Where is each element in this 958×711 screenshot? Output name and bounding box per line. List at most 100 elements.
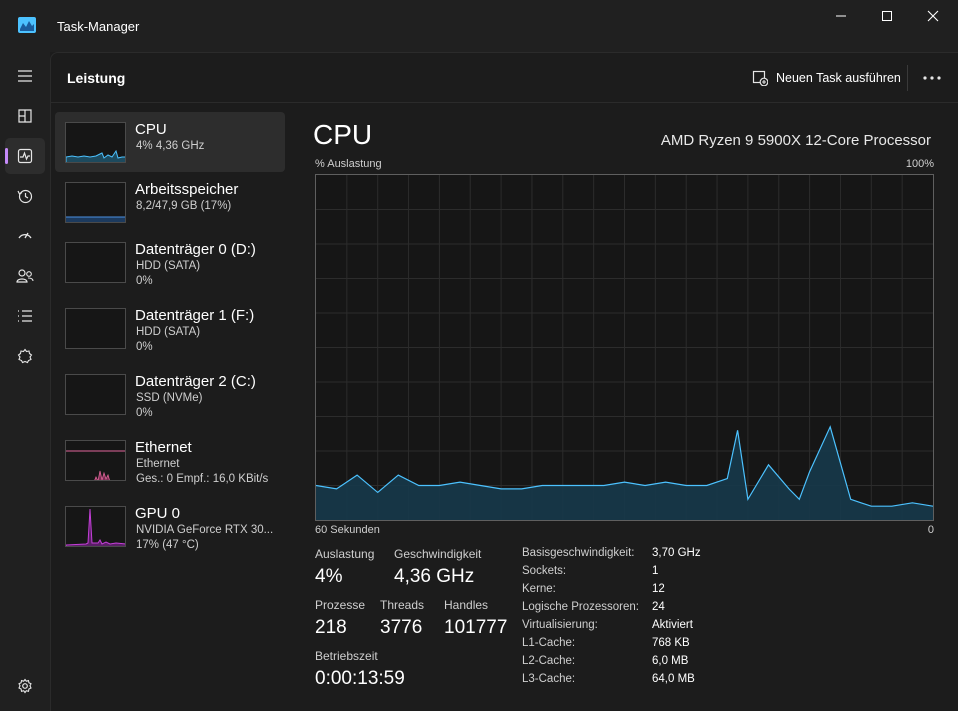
maximize-icon xyxy=(882,11,892,21)
minimize-button[interactable] xyxy=(818,0,864,32)
disk-2-thumbnail xyxy=(65,374,126,415)
nav-processes[interactable] xyxy=(5,98,45,134)
sidebar-item-gpu[interactable]: GPU 0 NVIDIA GeForce RTX 30... 17% (47 °… xyxy=(55,496,285,556)
nav-settings[interactable] xyxy=(5,668,45,704)
info-label: Virtualisierung: xyxy=(522,619,598,631)
header-separator xyxy=(907,65,908,91)
speed-value: 4,36 GHz xyxy=(394,566,475,587)
performance-icon xyxy=(17,148,33,164)
processes-value: 218 xyxy=(315,617,347,638)
close-button[interactable] xyxy=(910,0,956,32)
sidebar-item-usage: 17% (47 °C) xyxy=(136,539,199,551)
more-options-button[interactable] xyxy=(915,64,949,92)
sidebar-item-usage: 0% xyxy=(136,341,153,353)
uptime-value: 0:00:13:59 xyxy=(315,668,405,689)
nav-performance[interactable] xyxy=(5,138,45,174)
sidebar-item-disk-1[interactable]: Datenträger 1 (F:) HDD (SATA) 0% xyxy=(55,298,285,358)
handles-value: 101777 xyxy=(444,617,508,638)
sidebar-item-name: Arbeitsspeicher xyxy=(135,181,239,198)
info-value: 24 xyxy=(652,601,665,613)
minimize-icon xyxy=(836,15,846,17)
info-value: 6,0 MB xyxy=(652,655,689,667)
info-value: 3,70 GHz xyxy=(652,547,701,559)
utilization-value: 4% xyxy=(315,566,343,587)
sidebar-item-detail: 8,2/47,9 GB (17%) xyxy=(136,200,232,212)
info-value: 768 KB xyxy=(652,637,690,649)
cpu-title: CPU xyxy=(313,119,373,150)
graph-x-end: 0 xyxy=(927,524,934,536)
users-icon xyxy=(16,269,34,283)
threads-label: Threads xyxy=(380,598,425,612)
processes-icon xyxy=(18,109,32,123)
gpu-thumbnail xyxy=(65,506,126,547)
info-label: L3-Cache: xyxy=(522,673,576,685)
page-title: Leistung xyxy=(67,70,126,86)
sidebar-item-name: Ethernet xyxy=(135,439,192,456)
info-label: Logische Prozessoren: xyxy=(522,601,639,613)
maximize-button[interactable] xyxy=(864,0,910,32)
task-manager-icon xyxy=(18,17,36,33)
sidebar-item-cpu[interactable]: CPU 4% 4,36 GHz xyxy=(55,112,285,172)
nav-rail xyxy=(0,52,50,711)
new-task-label: Neuen Task ausführen xyxy=(776,71,901,85)
graph-x-label: 60 Sekunden xyxy=(315,524,380,536)
sidebar-item-name: CPU xyxy=(135,121,167,138)
new-task-button[interactable]: Neuen Task ausführen xyxy=(744,64,909,92)
utilization-label: Auslastung xyxy=(315,547,375,561)
sidebar-item-name: GPU 0 xyxy=(135,505,181,522)
disk-1-thumbnail xyxy=(65,308,126,349)
uptime-label: Betriebszeit xyxy=(315,649,378,663)
history-icon xyxy=(17,189,33,204)
new-task-icon xyxy=(752,70,768,86)
sidebar-item-detail: 4% 4,36 GHz xyxy=(136,140,205,152)
startup-icon xyxy=(18,232,32,239)
info-label: Kerne: xyxy=(522,583,556,595)
cpu-graph-svg xyxy=(315,175,934,520)
info-label: L2-Cache: xyxy=(522,655,576,667)
sidebar-item-detail: Ethernet xyxy=(136,458,180,470)
nav-services[interactable] xyxy=(5,338,45,374)
sidebar-item-detail: HDD (SATA) xyxy=(136,260,201,272)
sidebar-item-name: Datenträger 2 (C:) xyxy=(135,373,256,390)
sidebar-item-disk-2[interactable]: Datenträger 2 (C:) SSD (NVMe) 0% xyxy=(55,364,285,424)
close-icon xyxy=(927,10,939,22)
info-value: 12 xyxy=(652,583,665,595)
handles-label: Handles xyxy=(444,598,489,612)
info-label: L1-Cache: xyxy=(522,637,576,649)
title-bar: Task-Manager xyxy=(0,0,958,52)
nav-active-indicator xyxy=(5,148,8,164)
main-panel: Leistung Neuen Task ausführen CPU 4% 4,3… xyxy=(50,52,958,711)
graph-y-label: % Auslastung xyxy=(315,158,382,170)
nav-app-history[interactable] xyxy=(5,178,45,214)
sidebar-item-memory[interactable]: Arbeitsspeicher 8,2/47,9 GB (17%) xyxy=(55,172,285,232)
page-header: Leistung Neuen Task ausführen xyxy=(51,53,958,103)
ethernet-thumbnail xyxy=(65,440,126,481)
nav-startup[interactable] xyxy=(5,218,45,254)
sidebar-item-usage: 0% xyxy=(136,407,153,419)
speed-label: Geschwindigkeit xyxy=(394,547,482,561)
sidebar-item-ethernet[interactable]: Ethernet Ethernet Ges.: 0 Empf.: 16,0 KB… xyxy=(55,430,285,490)
memory-thumbnail xyxy=(65,182,126,223)
hamburger-icon xyxy=(18,70,32,82)
nav-menu-button[interactable] xyxy=(5,58,45,94)
cpu-graph xyxy=(315,174,934,521)
threads-value: 3776 xyxy=(380,617,423,638)
settings-icon xyxy=(18,678,32,694)
window-title: Task-Manager xyxy=(57,19,140,34)
processes-label: Prozesse xyxy=(315,598,366,612)
info-label: Basisgeschwindigkeit: xyxy=(522,547,635,559)
sidebar-item-disk-0[interactable]: Datenträger 0 (D:) HDD (SATA) 0% xyxy=(55,232,285,292)
more-icon xyxy=(923,76,941,80)
cpu-thumbnail xyxy=(65,122,126,163)
sidebar-item-name: Datenträger 0 (D:) xyxy=(135,241,256,258)
sidebar-item-detail: SSD (NVMe) xyxy=(136,392,203,404)
nav-details[interactable] xyxy=(5,298,45,334)
info-value: 64,0 MB xyxy=(652,673,695,685)
sidebar-item-usage: 0% xyxy=(136,275,153,287)
graph-y-max: 100% xyxy=(905,158,934,170)
info-label: Sockets: xyxy=(522,565,567,577)
sidebar-item-detail: NVIDIA GeForce RTX 30... xyxy=(136,524,274,536)
info-value: Aktiviert xyxy=(652,619,693,631)
nav-users[interactable] xyxy=(5,258,45,294)
details-icon xyxy=(18,310,32,322)
